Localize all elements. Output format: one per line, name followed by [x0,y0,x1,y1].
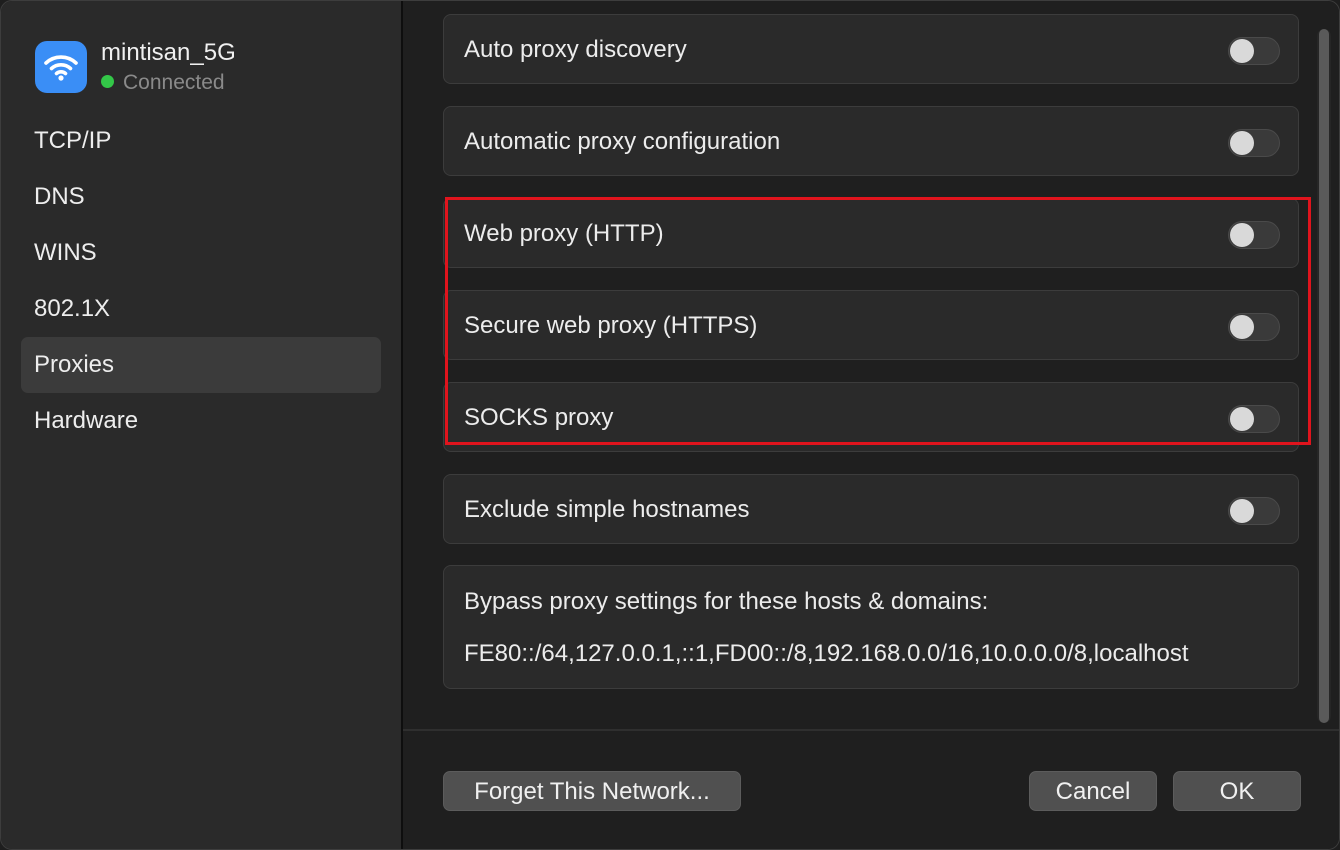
toggle-knob [1230,407,1254,431]
automatic-proxy-configuration-row: Automatic proxy configuration [443,106,1299,176]
sidebar: mintisan_5G Connected TCP/IP DNS WINS 80… [1,1,403,849]
row-label: Exclude simple hostnames [464,496,750,523]
network-settings-window: mintisan_5G Connected TCP/IP DNS WINS 80… [0,0,1340,850]
row-label: Secure web proxy (HTTPS) [464,312,758,339]
main-panel: Auto proxy discovery Automatic proxy con… [403,1,1339,849]
automatic-proxy-configuration-toggle[interactable] [1228,129,1280,157]
row-label: Automatic proxy configuration [464,128,781,155]
sidebar-item-tcpip[interactable]: TCP/IP [21,113,381,169]
socks-proxy-row: SOCKS proxy [443,382,1299,452]
secure-web-proxy-https-row: Secure web proxy (HTTPS) [443,290,1299,360]
sidebar-item-hardware[interactable]: Hardware [21,393,381,449]
forget-network-button[interactable]: Forget This Network... [443,771,741,811]
secure-web-proxy-https-toggle[interactable] [1228,313,1280,341]
scrollbar-thumb[interactable] [1319,29,1329,723]
row-label: SOCKS proxy [464,404,614,431]
status-dot-icon [101,75,114,88]
footer-divider [403,729,1339,731]
row-label: Auto proxy discovery [464,36,687,63]
socks-proxy-toggle[interactable] [1228,405,1280,433]
sidebar-item-dns[interactable]: DNS [21,169,381,225]
exclude-simple-hostnames-row: Exclude simple hostnames [443,474,1299,544]
auto-proxy-discovery-row: Auto proxy discovery [443,14,1299,84]
sidebar-item-proxies[interactable]: Proxies [21,337,381,393]
auto-proxy-discovery-toggle[interactable] [1228,37,1280,65]
sidebar-nav: TCP/IP DNS WINS 802.1X Proxies Hardware [21,113,381,449]
bypass-hosts-field[interactable]: FE80::/64,127.0.0.1,::1,FD00::/8,192.168… [464,640,1189,668]
proxies-scroll-area: Auto proxy discovery Automatic proxy con… [403,1,1339,729]
bypass-proxy-box: Bypass proxy settings for these hosts & … [443,565,1299,689]
cancel-button[interactable]: Cancel [1029,771,1157,811]
ok-button[interactable]: OK [1173,771,1301,811]
toggle-knob [1230,39,1254,63]
web-proxy-http-toggle[interactable] [1228,221,1280,249]
row-label: Web proxy (HTTP) [464,220,664,247]
network-status-text: Connected [123,71,225,94]
toggle-knob [1230,223,1254,247]
toggle-knob [1230,131,1254,155]
network-header: mintisan_5G Connected [35,39,395,95]
sidebar-item-wins[interactable]: WINS [21,225,381,281]
network-status: Connected [101,71,225,95]
bypass-title: Bypass proxy settings for these hosts & … [464,588,989,615]
exclude-simple-hostnames-toggle[interactable] [1228,497,1280,525]
toggle-knob [1230,499,1254,523]
wifi-icon [35,41,87,93]
sidebar-item-8021x[interactable]: 802.1X [21,281,381,337]
network-name: mintisan_5G [101,39,236,66]
web-proxy-http-row: Web proxy (HTTP) [443,198,1299,268]
scrollbar[interactable] [1317,29,1331,723]
toggle-knob [1230,315,1254,339]
